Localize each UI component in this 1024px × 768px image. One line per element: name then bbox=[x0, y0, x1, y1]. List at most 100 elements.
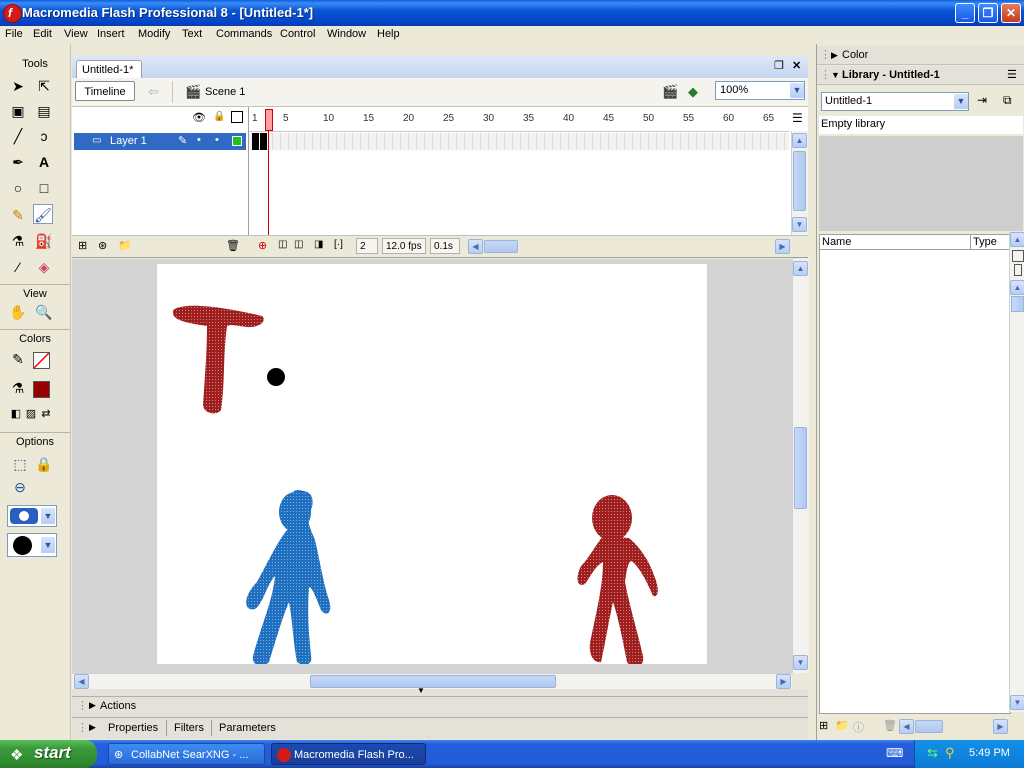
zoom-tool-icon[interactable]: 🔍 bbox=[34, 302, 54, 322]
onion-skin-icon[interactable]: ◫ bbox=[278, 239, 287, 250]
scroll-left-icon[interactable]: ◀ bbox=[74, 674, 89, 689]
flash-app-icon[interactable]: f bbox=[3, 4, 22, 23]
tab-parameters[interactable]: Parameters bbox=[219, 722, 276, 734]
onion-outline-icon[interactable]: ◫ bbox=[294, 239, 303, 250]
lasso-tool-icon[interactable]: ↄ bbox=[34, 126, 54, 146]
taskbar-item-searxng[interactable]: ⊛ CollabNet SearXNG - ... bbox=[108, 743, 265, 765]
stage-vscroll-thumb[interactable] bbox=[794, 427, 807, 509]
add-layer-icon[interactable]: ⊞ bbox=[78, 239, 87, 252]
chevron-down-icon[interactable]: ▼ bbox=[790, 83, 804, 98]
eyedropper-tool-icon[interactable]: ⁄ bbox=[8, 257, 28, 277]
edit-symbols-icon[interactable]: ◆ bbox=[688, 84, 698, 100]
network-icon[interactable]: ⇆ bbox=[927, 745, 938, 761]
scroll-up-icon[interactable]: ▲ bbox=[1010, 232, 1024, 247]
brush-size-dropdown[interactable]: ▼ bbox=[7, 505, 57, 527]
text-tool-icon[interactable]: A bbox=[34, 152, 54, 172]
actions-label[interactable]: Actions bbox=[100, 700, 136, 712]
brush-mode-icon[interactable]: ⊖ bbox=[10, 477, 30, 497]
frame-rate[interactable]: 12.0 fps bbox=[382, 238, 426, 254]
hand-tool-icon[interactable]: ✋ bbox=[8, 302, 28, 322]
menu-commands[interactable]: Commands bbox=[216, 28, 272, 40]
line-tool-icon[interactable]: ╱ bbox=[8, 126, 28, 146]
collapse-arrow-icon[interactable]: ▼ bbox=[417, 686, 425, 695]
t-shape[interactable] bbox=[173, 305, 264, 414]
timeline-options-icon[interactable]: ☰ bbox=[792, 111, 803, 125]
timeline-hscroll-thumb[interactable] bbox=[484, 240, 518, 253]
frame-ruler[interactable]: 1 5 10 15 20 25 30 35 40 45 50 55 60 65 bbox=[249, 107, 789, 132]
document-tab[interactable]: Untitled-1* bbox=[76, 60, 142, 80]
scroll-up-icon[interactable]: ▲ bbox=[793, 261, 808, 276]
layer-name[interactable]: Layer 1 bbox=[110, 135, 147, 147]
scroll-down-icon[interactable]: ▼ bbox=[1010, 695, 1024, 710]
library-item-list[interactable]: Name Type bbox=[819, 234, 1011, 714]
grip-icon[interactable]: ⋮ bbox=[820, 46, 831, 64]
scroll-up-icon[interactable]: ▲ bbox=[1010, 280, 1024, 295]
search-tray-icon[interactable]: ⚲ bbox=[945, 745, 955, 761]
menu-modify[interactable]: Modify bbox=[138, 28, 170, 40]
properties-panel-header[interactable]: ⋮ ▶ Properties Filters Parameters bbox=[72, 717, 808, 739]
modify-onion-markers-icon[interactable]: [·] bbox=[334, 239, 343, 250]
timeline-vscroll[interactable]: ▲ ▼ bbox=[791, 131, 808, 235]
wide-view-icon[interactable] bbox=[1012, 250, 1024, 262]
ink-bottle-tool-icon[interactable]: ⚗ bbox=[8, 231, 28, 251]
pencil-tool-icon[interactable]: ✎ bbox=[8, 205, 28, 225]
chevron-down-icon[interactable]: ▼ bbox=[41, 537, 55, 553]
scroll-down-icon[interactable]: ▼ bbox=[793, 655, 808, 670]
expand-arrow-icon[interactable]: ▶ bbox=[89, 722, 96, 733]
scroll-right-icon[interactable]: ▶ bbox=[776, 674, 791, 689]
new-library-panel-icon[interactable]: ⧉ bbox=[1003, 93, 1012, 108]
timeline-scroll-thumb[interactable] bbox=[793, 151, 806, 211]
color-panel-title[interactable]: Color bbox=[842, 46, 868, 64]
color-panel-header[interactable]: ⋮ ▶ Color bbox=[817, 46, 1024, 65]
subselection-tool-icon[interactable]: ⇱ bbox=[34, 76, 54, 96]
layer-visible-dot[interactable]: • bbox=[197, 134, 201, 146]
menu-edit[interactable]: Edit bbox=[33, 28, 52, 40]
delete-icon[interactable]: 🗑 bbox=[883, 719, 897, 732]
menu-file[interactable]: File bbox=[5, 28, 23, 40]
blue-stick-figure[interactable] bbox=[246, 490, 331, 664]
eye-icon[interactable]: 👁 bbox=[192, 111, 206, 124]
playhead[interactable] bbox=[265, 109, 273, 131]
free-transform-tool-icon[interactable]: ▣ bbox=[8, 101, 28, 121]
menu-text[interactable]: Text bbox=[182, 28, 202, 40]
scroll-left-icon[interactable]: ◀ bbox=[899, 719, 914, 734]
new-folder-icon[interactable]: 📁 bbox=[835, 719, 849, 732]
new-symbol-icon[interactable]: ⊞ bbox=[819, 719, 828, 732]
menu-window[interactable]: Window bbox=[327, 28, 366, 40]
fill-color-swatch[interactable] bbox=[33, 381, 50, 398]
red-stick-figure[interactable] bbox=[577, 495, 658, 664]
layer-outline-color[interactable] bbox=[232, 136, 242, 146]
frame-cells[interactable] bbox=[249, 133, 789, 150]
gradient-transform-tool-icon[interactable]: ▤ bbox=[34, 101, 54, 121]
menu-insert[interactable]: Insert bbox=[97, 28, 125, 40]
library-vscroll[interactable]: ▲ ▲ ▼ bbox=[1009, 232, 1024, 712]
maximize-button[interactable]: ❐ bbox=[978, 3, 998, 23]
grip-icon[interactable]: ⋮ bbox=[77, 721, 88, 734]
clock[interactable]: 5:49 PM bbox=[969, 747, 1010, 759]
center-frame-icon[interactable]: ⊕ bbox=[258, 239, 267, 252]
lock-fill-icon[interactable]: 🔒 bbox=[34, 454, 54, 474]
stage-vscroll[interactable]: ▲ ▼ bbox=[792, 259, 809, 673]
keyframe-2[interactable] bbox=[260, 133, 267, 150]
pin-library-icon[interactable]: ⇥ bbox=[977, 93, 987, 107]
paint-bucket-tool-icon[interactable]: ⛽ bbox=[34, 231, 54, 251]
taskbar-item-flash[interactable]: Macromedia Flash Pro... bbox=[271, 743, 426, 765]
keyframe-1[interactable] bbox=[252, 133, 259, 150]
tab-filters[interactable]: Filters bbox=[174, 722, 204, 734]
panel-splitter[interactable]: ▼ bbox=[72, 686, 808, 696]
scroll-right-icon[interactable]: ▶ bbox=[993, 719, 1008, 734]
layer-row[interactable]: ▭ Layer 1 ✎ • • bbox=[74, 133, 246, 150]
column-header-name[interactable]: Name bbox=[820, 235, 971, 250]
library-document-select[interactable]: Untitled-1 ▼ bbox=[821, 92, 969, 111]
timeline-toggle-button[interactable]: Timeline bbox=[75, 81, 135, 101]
keyboard-icon[interactable]: ⌨ bbox=[886, 746, 903, 760]
minimize-button[interactable]: _ bbox=[955, 3, 975, 23]
edit-multiple-frames-icon[interactable]: ◨ bbox=[314, 239, 323, 250]
panel-options-icon[interactable]: ☰ bbox=[1007, 66, 1017, 84]
actions-panel-header[interactable]: ⋮ ▶ Actions bbox=[72, 696, 808, 717]
grip-icon[interactable]: ⋮ bbox=[77, 699, 88, 712]
object-drawing-icon[interactable]: ⬚ bbox=[10, 454, 30, 474]
expand-arrow-icon[interactable]: ▶ bbox=[831, 46, 838, 64]
stage-hscroll[interactable]: ◀ ▶ bbox=[72, 673, 792, 690]
scene-label[interactable]: Scene 1 bbox=[205, 86, 245, 98]
